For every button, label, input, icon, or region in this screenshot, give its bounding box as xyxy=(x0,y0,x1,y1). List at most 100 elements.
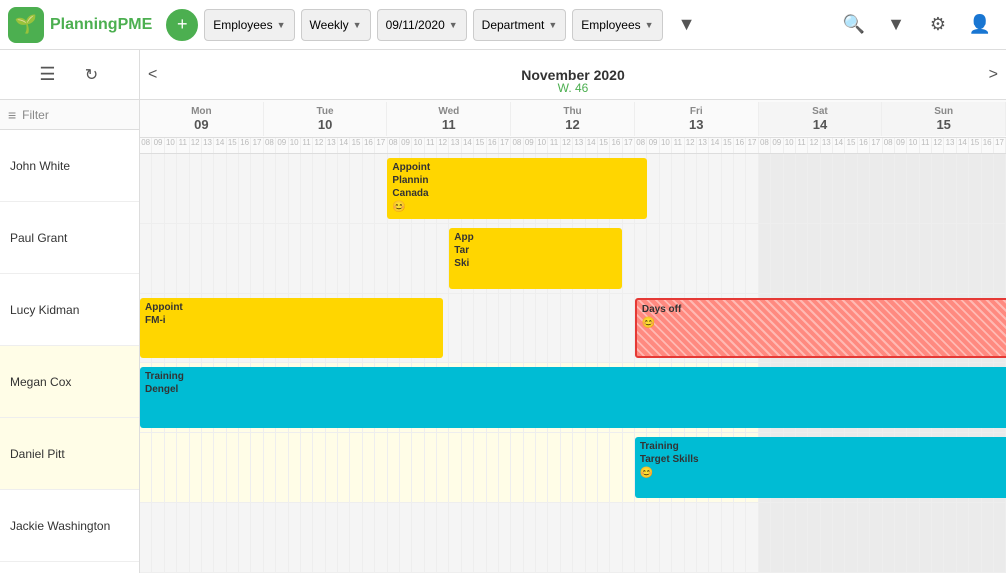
grid-cell xyxy=(536,294,548,363)
calendar-week: W. 46 xyxy=(558,81,589,95)
hour-label: 14 xyxy=(957,138,969,153)
grid-cell xyxy=(326,433,338,502)
grid-cell xyxy=(487,433,499,502)
user-icon[interactable]: 👤 xyxy=(962,7,998,43)
next-nav[interactable]: > xyxy=(989,66,998,84)
grid-cell xyxy=(647,224,659,293)
grid-cell xyxy=(883,503,895,572)
sidebar-menu-icon[interactable]: ☰ xyxy=(30,57,66,93)
calendar-event[interactable]: AppointFM-i xyxy=(140,298,443,359)
grid-cell xyxy=(870,503,882,572)
calendar-event[interactable]: TrainingTarget Skills😊 xyxy=(635,437,1006,498)
grid-cell xyxy=(647,503,659,572)
search-icon[interactable]: 🔍 xyxy=(836,7,872,43)
calendar-event[interactable]: AppointPlanninCanada😊 xyxy=(387,158,647,219)
grid-cell xyxy=(449,433,461,502)
grid-cell xyxy=(251,224,263,293)
grid-cell xyxy=(326,224,338,293)
calendar-event[interactable]: Days off😊 xyxy=(635,298,1006,359)
employee-row: Daniel Pitt xyxy=(0,418,139,490)
grid-cell xyxy=(264,154,276,223)
grid-cell xyxy=(982,154,994,223)
grid-cell xyxy=(623,224,635,293)
sidebar-refresh-icon[interactable]: ↻ xyxy=(74,57,110,93)
grid-cell xyxy=(586,503,598,572)
grid-cell xyxy=(734,154,746,223)
day-column-header: Sat14 xyxy=(759,102,883,136)
grid-cell xyxy=(177,433,189,502)
hour-label: 09 xyxy=(400,138,412,153)
grid-cell xyxy=(969,503,981,572)
grid-cell xyxy=(412,433,424,502)
grid-cell xyxy=(623,433,635,502)
grid-cell xyxy=(524,294,536,363)
grid-cell xyxy=(338,503,350,572)
grid-row: TrainingTarget Skills😊 xyxy=(140,433,1006,503)
calendar-event[interactable]: AppTarSki xyxy=(449,228,622,289)
grid-cell xyxy=(499,294,511,363)
grid-cell xyxy=(895,154,907,223)
hour-label: 08 xyxy=(635,138,647,153)
prev-nav[interactable]: < xyxy=(148,66,157,84)
grid-cell xyxy=(264,433,276,502)
grid-cell xyxy=(685,503,697,572)
grid-cell xyxy=(412,224,424,293)
weekly-dropdown[interactable]: Weekly ▼ xyxy=(301,9,371,41)
hour-label: 13 xyxy=(697,138,709,153)
hour-label: 13 xyxy=(326,138,338,153)
date-dropdown[interactable]: 09/11/2020 ▼ xyxy=(377,9,467,41)
grid-cell xyxy=(313,154,325,223)
grid-cell xyxy=(548,433,560,502)
grid-cell xyxy=(152,503,164,572)
department-dropdown[interactable]: Department ▼ xyxy=(473,9,567,41)
filter-icon[interactable]: ▼ xyxy=(669,7,705,43)
grid-cell xyxy=(969,154,981,223)
grid-cell xyxy=(598,294,610,363)
grid-cell xyxy=(796,154,808,223)
employees-dropdown[interactable]: Employees ▼ xyxy=(204,9,294,41)
hour-label: 14 xyxy=(833,138,845,153)
hour-label: 09 xyxy=(895,138,907,153)
day-column-header: Tue10 xyxy=(264,102,388,136)
grid-row: TrainingDengel xyxy=(140,363,1006,433)
grid-cell xyxy=(276,224,288,293)
grid-cell xyxy=(301,433,313,502)
grid-cell xyxy=(944,154,956,223)
add-button[interactable]: + xyxy=(166,9,198,41)
main-content: ☰ ↻ ≡ Filter John WhitePaul GrantLucy Ki… xyxy=(0,50,1006,573)
hour-label: 08 xyxy=(140,138,152,153)
grid-cell xyxy=(375,433,387,502)
hour-label: 16 xyxy=(982,138,994,153)
grid-cell xyxy=(660,224,672,293)
weekly-dropdown-chevron: ▼ xyxy=(353,20,362,30)
hour-label: 09 xyxy=(524,138,536,153)
grid-cell xyxy=(759,224,771,293)
grid-cell xyxy=(363,433,375,502)
grid-cell xyxy=(313,503,325,572)
grid-cell xyxy=(140,503,152,572)
grid-cell xyxy=(462,433,474,502)
grid-cell xyxy=(920,154,932,223)
calendar-event[interactable]: TrainingDengel xyxy=(140,367,1006,428)
grid-cell xyxy=(165,224,177,293)
grid-cell xyxy=(511,503,523,572)
grid-cell xyxy=(610,294,622,363)
grid-cell xyxy=(586,294,598,363)
hour-label: 15 xyxy=(227,138,239,153)
employees2-dropdown[interactable]: Employees ▼ xyxy=(572,9,662,41)
employee-row: John White xyxy=(0,130,139,202)
grid-cell xyxy=(140,433,152,502)
grid-cell xyxy=(363,224,375,293)
grid-cell xyxy=(709,503,721,572)
grid-cell xyxy=(449,503,461,572)
grid-cell xyxy=(784,503,796,572)
grid-cell xyxy=(264,503,276,572)
grid-cell xyxy=(697,154,709,223)
hour-label: 16 xyxy=(239,138,251,153)
gear-icon[interactable]: ⚙ xyxy=(920,7,956,43)
hour-label: 15 xyxy=(845,138,857,153)
hour-label: 08 xyxy=(264,138,276,153)
caret-icon[interactable]: ▼ xyxy=(878,7,914,43)
grid-cell xyxy=(808,224,820,293)
grid-cell xyxy=(375,503,387,572)
